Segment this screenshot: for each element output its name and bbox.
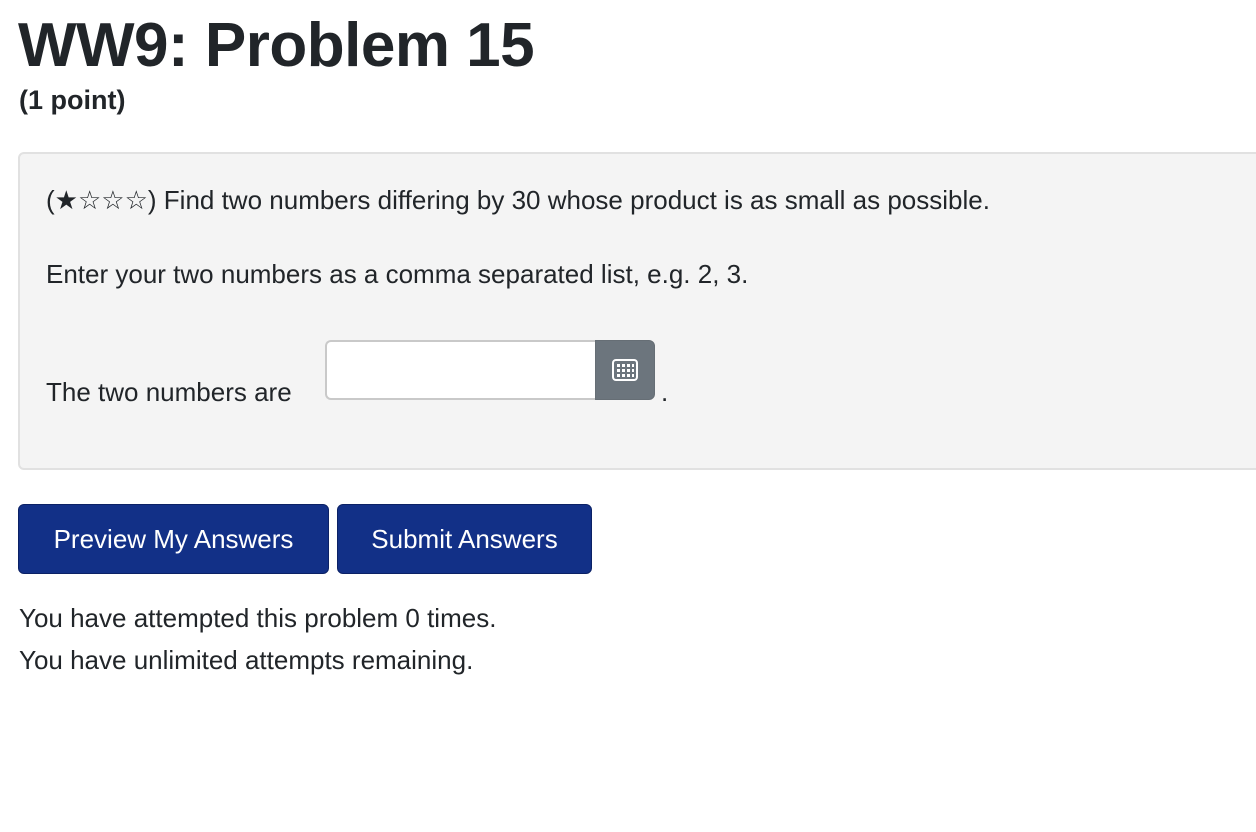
problem-body: (★☆☆☆) Find two numbers differing by 30 … — [18, 152, 1256, 470]
problem-question: (★☆☆☆) Find two numbers differing by 30 … — [46, 184, 990, 216]
submit-answers-button[interactable]: Submit Answers — [337, 504, 592, 574]
problem-points: (1 point) — [19, 85, 126, 115]
attempts-remaining-text: You have unlimited attempts remaining. — [19, 645, 474, 675]
answer-input-group — [325, 340, 655, 402]
problem-instruction: Enter your two numbers as a comma separa… — [46, 259, 749, 289]
problem-page: WW9: Problem 15 (1 point) (★☆☆☆) Find tw… — [0, 0, 1256, 832]
difficulty-stars: (★☆☆☆) — [46, 185, 157, 215]
question-text: Find two numbers differing by 30 whose p… — [156, 185, 990, 215]
preview-answers-button[interactable]: Preview My Answers — [18, 504, 329, 574]
answer-label: The two numbers are — [46, 377, 292, 407]
answer-suffix: . — [661, 377, 669, 407]
keyboard-grid-icon — [612, 359, 638, 381]
equation-editor-button[interactable] — [595, 340, 655, 400]
page-title: WW9: Problem 15 — [18, 11, 535, 80]
attempts-count-text: You have attempted this problem 0 times. — [19, 603, 497, 633]
answer-input[interactable] — [325, 340, 597, 400]
